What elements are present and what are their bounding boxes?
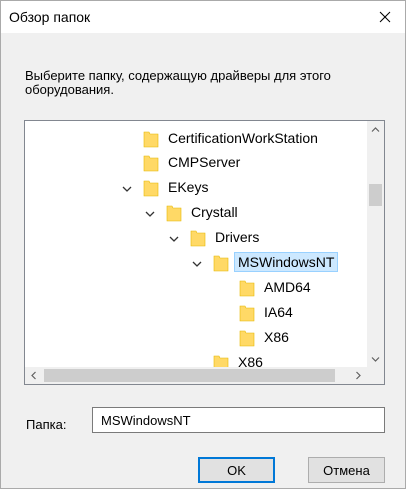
tree-item-label: EKeys [168,179,209,195]
chevron-down-icon[interactable] [144,208,156,220]
tree-item-ekeys[interactable]: EKeys [143,176,211,198]
tree-item-label: X86 [238,354,263,368]
tree-item-label: IA64 [264,304,293,320]
folder-icon [213,355,229,368]
folder-tree[interactable]: CertificationWorkStation CMPServer EKeys [24,120,385,385]
scroll-down-arrow-icon[interactable] [367,351,384,368]
tree-viewport: CertificationWorkStation CMPServer EKeys [25,121,374,368]
tree-item-crystall[interactable]: Crystall [166,201,241,223]
browse-folder-dialog: Обзор папок Выберите папку, содержащую д… [0,0,406,489]
vertical-scroll-thumb[interactable] [369,184,382,206]
ok-button[interactable]: OK [198,457,275,483]
tree-item-x86[interactable]: X86 [239,326,292,348]
close-icon [379,11,391,23]
cancel-button[interactable]: Отмена [308,457,385,483]
folder-icon [239,280,255,297]
horizontal-scroll-thumb[interactable] [44,369,335,382]
folder-icon [190,230,206,247]
close-button[interactable] [365,1,405,33]
tree-item-certificationworkstation[interactable]: CertificationWorkStation [143,127,321,149]
tree-item-label: CMPServer [168,154,241,170]
chevron-down-icon[interactable] [168,233,180,245]
tree-item-label: Drivers [215,229,260,245]
chevron-down-icon[interactable] [191,258,203,270]
tree-item-cmpserver[interactable]: CMPServer [143,151,243,173]
folder-path-input[interactable] [92,407,385,433]
tree-item-label: Crystall [191,204,238,220]
tree-item-label: X86 [264,329,289,345]
folder-icon [143,155,159,172]
dialog-title: Обзор папок [9,9,91,25]
scroll-up-arrow-icon[interactable] [367,121,384,138]
chevron-down-icon[interactable] [121,183,133,195]
horizontal-scrollbar[interactable] [25,367,367,384]
scroll-left-arrow-icon[interactable] [25,367,42,384]
folder-field-label: Папка: [26,417,67,432]
tree-item-x86-partial[interactable]: X86 [213,351,266,368]
tree-item-label: CertificationWorkStation [168,130,318,146]
scrollbar-corner [367,367,384,384]
folder-icon [239,330,255,347]
folder-icon [143,180,159,197]
tree-item-label: AMD64 [264,279,311,295]
tree-item-amd64[interactable]: AMD64 [239,276,314,298]
tree-item-drivers[interactable]: Drivers [190,226,262,248]
vertical-scrollbar[interactable] [367,121,384,368]
folder-icon [213,255,229,272]
folder-icon [239,305,255,322]
instruction-text: Выберите папку, содержащую драйверы для … [25,68,331,97]
tree-item-ia64[interactable]: IA64 [239,301,296,323]
tree-item-label: MSWindowsNT [233,252,339,272]
tree-item-mswindowsnt[interactable]: MSWindowsNT [213,251,339,273]
folder-icon [166,205,182,222]
folder-icon [143,131,159,148]
scroll-right-arrow-icon[interactable] [350,367,367,384]
title-bar: Обзор папок [1,1,405,33]
